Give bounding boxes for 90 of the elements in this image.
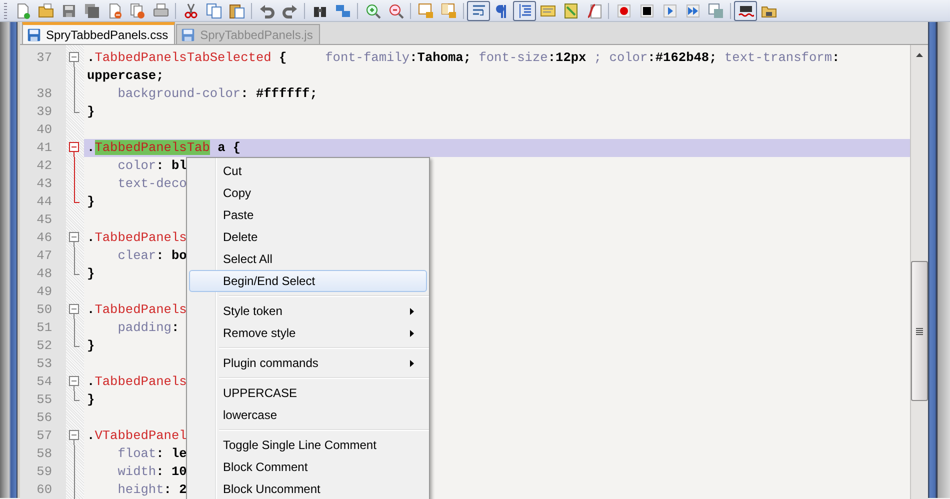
line-number: 50: [36, 302, 52, 317]
code-line: padding:: [116, 319, 180, 337]
code-line: .TabbedPanels: [86, 301, 187, 319]
new-file-icon: [14, 2, 30, 18]
scrollbar[interactable]: [910, 45, 928, 499]
indent-guide-icon: [516, 2, 532, 18]
code-line: uppercase;: [86, 67, 164, 85]
code-line: text-deco: [116, 175, 187, 193]
menu-item[interactable]: Cut: [189, 160, 427, 182]
menu-item[interactable]: Delete: [189, 226, 427, 248]
line-number: 38: [36, 86, 52, 101]
menu-item[interactable]: Copy: [189, 182, 427, 204]
line-number: 53: [36, 356, 52, 371]
code-line: }: [86, 265, 95, 283]
menu-item[interactable]: Block Uncomment: [189, 478, 427, 499]
code-line: .TabbedPanels: [86, 373, 187, 391]
save-all-icon: [84, 2, 100, 18]
code-line: .VTabbedPanel: [86, 427, 187, 445]
code-line: color: bl: [116, 157, 187, 175]
line-number: 43: [36, 176, 52, 191]
scissors-icon: [182, 2, 198, 18]
menu-item[interactable]: Block Comment: [189, 456, 427, 478]
play-icon: [662, 2, 678, 18]
code-line: clear: bo: [116, 247, 187, 265]
code-line: background-color: #ffffff;: [116, 85, 318, 103]
line-number: 55: [36, 392, 52, 407]
code-line: }: [86, 103, 95, 121]
redo-icon: [282, 2, 298, 18]
open-folder-icon: [38, 2, 54, 18]
file-tab[interactable]: SpryTabbedPanels.css: [22, 22, 176, 44]
line-number: 52: [36, 338, 52, 353]
line-number: 49: [36, 284, 52, 299]
line-number: 56: [36, 410, 52, 425]
collapse-icon[interactable]: [69, 373, 79, 391]
collapse-icon[interactable]: [69, 139, 79, 157]
collapse-icon[interactable]: [69, 229, 79, 247]
record-icon: [616, 2, 632, 18]
save-icon: [181, 28, 196, 42]
zoom-out-icon: [388, 2, 404, 18]
undo-icon: [258, 2, 274, 18]
word-wrap-icon: [470, 2, 486, 18]
close-all-icon: [130, 2, 146, 18]
code-line: }: [86, 337, 95, 355]
line-number: 40: [36, 122, 52, 137]
menu-item[interactable]: Remove style: [189, 322, 427, 344]
scroll-up-icon[interactable]: [916, 53, 923, 57]
save-icon: [27, 28, 41, 42]
scrollbar-thumb[interactable]: [911, 261, 928, 401]
line-number: 51: [36, 320, 52, 335]
line-number: 42: [36, 158, 52, 173]
menu-item[interactable]: Select All: [189, 248, 427, 270]
line-number: 48: [36, 266, 52, 281]
collapse-icon[interactable]: [69, 427, 79, 445]
line-number: 46: [36, 230, 52, 245]
menu-item[interactable]: lowercase: [189, 404, 427, 426]
line-number: 57: [36, 428, 52, 443]
close-file-icon: [106, 2, 122, 18]
menu-item[interactable]: Plugin commands: [189, 352, 427, 374]
fast-forward-icon: [684, 2, 700, 18]
line-number: 47: [36, 248, 52, 263]
menu-item[interactable]: UPPERCASE: [189, 382, 427, 404]
code-line: .TabbedPanels: [86, 229, 187, 247]
code-line: .TabbedPanelsTabSelected { font-family:Tahoma; font-size:12px ; color:#162b48; text-transform:: [86, 49, 840, 67]
line-number: 45: [36, 212, 52, 227]
collapse-icon[interactable]: [69, 49, 79, 67]
code-line: }: [86, 193, 95, 211]
menu-item[interactable]: Style token: [189, 300, 427, 322]
zoom-in-icon: [364, 2, 380, 18]
line-number: 41: [36, 140, 52, 155]
code-line: width: 10: [116, 463, 187, 481]
line-number: 60: [36, 482, 52, 497]
save-icon: [60, 2, 76, 18]
line-number: 39: [36, 104, 52, 119]
line-number: 37: [36, 50, 52, 65]
copy-icon: [206, 2, 222, 18]
stop-icon: [638, 2, 654, 18]
code-line: }: [86, 391, 95, 409]
menu-item[interactable]: Begin/End Select: [189, 270, 427, 292]
menu-item[interactable]: Toggle Single Line Comment: [189, 434, 427, 456]
line-number: 54: [36, 374, 52, 389]
line-number: 44: [36, 194, 52, 209]
line-number: 59: [36, 464, 52, 479]
code-line: float: le: [116, 445, 187, 463]
print-icon: [152, 2, 168, 18]
menu-item[interactable]: Paste: [189, 204, 427, 226]
collapse-icon[interactable]: [69, 301, 79, 319]
code-line: height: 2: [116, 481, 187, 499]
line-number: 58: [36, 446, 52, 461]
toolbar-button[interactable]: [734, 0, 757, 20]
paste-icon: [228, 2, 244, 18]
